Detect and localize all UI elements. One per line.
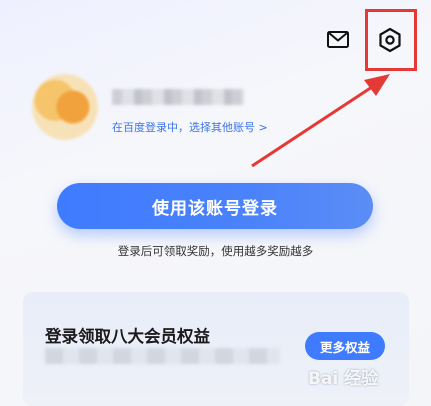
more-benefits-button[interactable]: 更多权益: [305, 332, 385, 360]
benefits-subtitle-blurred: [45, 348, 280, 364]
profile-section: 在百度登录中，选择其他账号 >: [32, 74, 362, 154]
login-tip: 登录后可领取奖励，使用越多奖励越多: [117, 244, 314, 258]
login-button[interactable]: 使用该账号登录: [57, 183, 373, 229]
top-bar: [0, 0, 431, 80]
mail-button[interactable]: [318, 20, 358, 60]
settings-highlight-box: [365, 9, 417, 71]
benefits-title: 登录领取八大会员权益: [45, 327, 210, 346]
watermark: Bai 经验: [308, 369, 379, 389]
mail-icon: [327, 31, 349, 48]
username-blurred: [112, 89, 244, 105]
switch-account-link[interactable]: 在百度登录中，选择其他账号 >: [112, 119, 268, 135]
avatar[interactable]: [32, 74, 98, 140]
